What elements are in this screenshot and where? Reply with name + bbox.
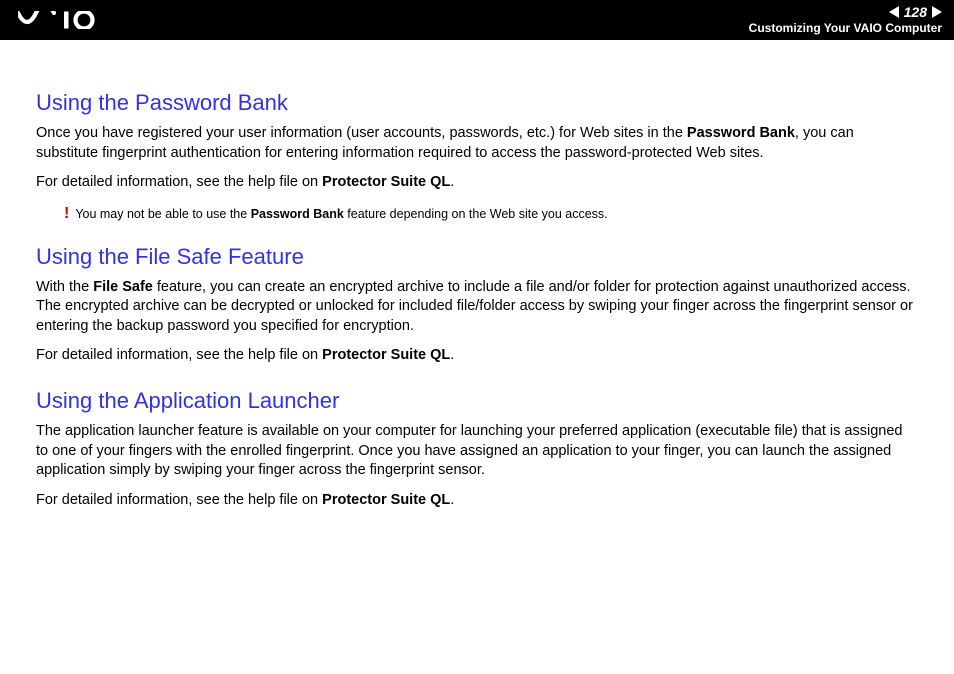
text-bold: Protector Suite QL — [322, 492, 450, 508]
section-label: Customizing Your VAIO Computer — [749, 21, 942, 37]
text: For detailed information, see the help f… — [36, 174, 322, 190]
text: With the — [36, 279, 93, 295]
text-bold: Protector Suite QL — [322, 174, 450, 190]
vaio-logo — [18, 11, 110, 29]
text: . — [450, 492, 454, 508]
page-content: Using the Password Bank Once you have re… — [0, 40, 954, 552]
warning-icon: ! — [64, 206, 69, 222]
section-password-bank: Using the Password Bank Once you have re… — [36, 90, 918, 222]
text-bold: Protector Suite QL — [322, 347, 450, 363]
text-bold: File Safe — [93, 279, 153, 295]
text: . — [450, 174, 454, 190]
text-bold: Password Bank — [251, 207, 344, 221]
paragraph: For detailed information, see the help f… — [36, 173, 918, 193]
paragraph: The application launcher feature is avai… — [36, 422, 918, 481]
text-bold: Password Bank — [687, 125, 795, 141]
text: You may not be able to use the — [75, 207, 250, 221]
paragraph: For detailed information, see the help f… — [36, 346, 918, 366]
note: ! You may not be able to use the Passwor… — [64, 207, 918, 222]
heading: Using the File Safe Feature — [36, 244, 918, 270]
header-right: 128 Customizing Your VAIO Computer — [749, 3, 942, 37]
page-number: 128 — [902, 3, 929, 21]
text: feature, you can create an encrypted arc… — [36, 279, 913, 334]
text: . — [450, 347, 454, 363]
note-text: You may not be able to use the Password … — [75, 207, 607, 221]
paragraph: Once you have registered your user infor… — [36, 124, 918, 163]
page-nav: 128 — [749, 3, 942, 21]
section-file-safe: Using the File Safe Feature With the Fil… — [36, 244, 918, 366]
text: feature depending on the Web site you ac… — [344, 207, 608, 221]
prev-page-icon[interactable] — [889, 6, 899, 18]
next-page-icon[interactable] — [932, 6, 942, 18]
page-header: 128 Customizing Your VAIO Computer — [0, 0, 954, 40]
text: For detailed information, see the help f… — [36, 347, 322, 363]
paragraph: For detailed information, see the help f… — [36, 491, 918, 511]
text: The application launcher feature is avai… — [36, 423, 902, 478]
heading: Using the Application Launcher — [36, 388, 918, 414]
text: For detailed information, see the help f… — [36, 492, 322, 508]
vaio-logo-svg — [18, 11, 110, 29]
section-application-launcher: Using the Application Launcher The appli… — [36, 388, 918, 510]
heading: Using the Password Bank — [36, 90, 918, 116]
paragraph: With the File Safe feature, you can crea… — [36, 278, 918, 337]
text: Once you have registered your user infor… — [36, 125, 687, 141]
